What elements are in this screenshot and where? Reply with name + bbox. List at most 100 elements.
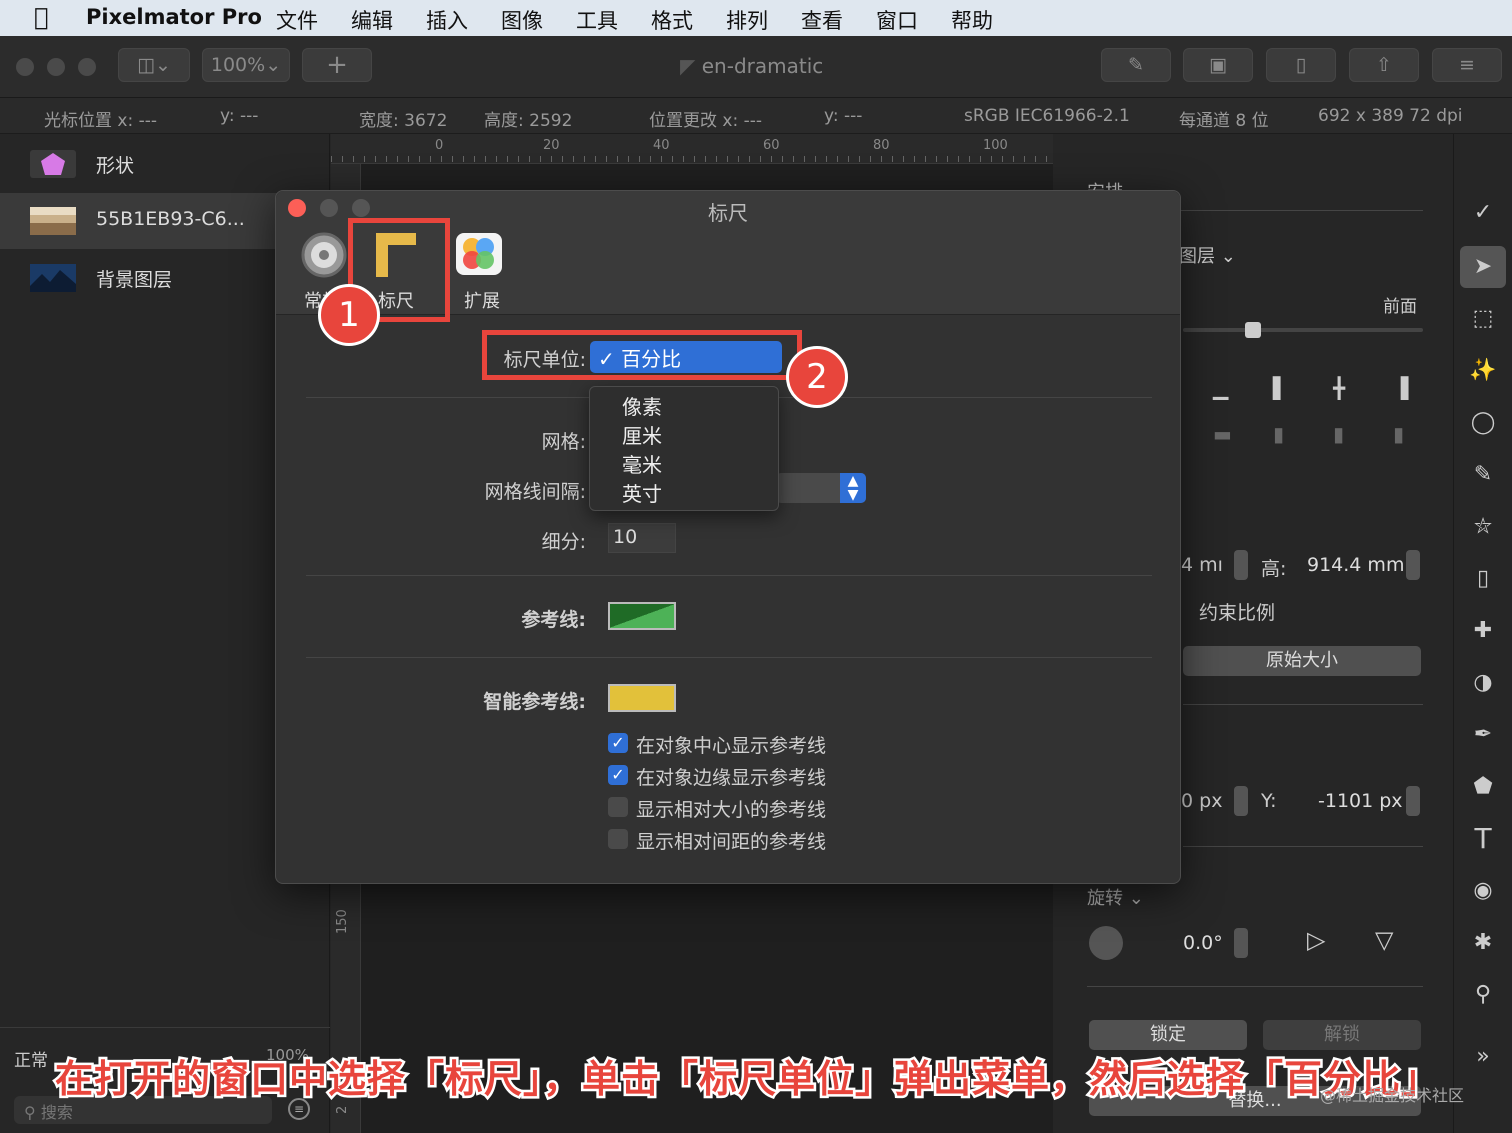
rotation-dial[interactable] bbox=[1089, 926, 1123, 960]
minimize-window-button[interactable] bbox=[47, 58, 65, 76]
arrange-tool-icon[interactable]: ➤ bbox=[1460, 246, 1506, 288]
height-label: 高: bbox=[1261, 558, 1287, 580]
x-value[interactable]: 0 px bbox=[1181, 790, 1222, 812]
width-stepper[interactable] bbox=[1234, 550, 1248, 580]
distribute-icon[interactable]: ▮ bbox=[1333, 422, 1357, 446]
background-thumbnail bbox=[30, 264, 76, 292]
align-bottom-icon[interactable]: ▁ bbox=[1213, 376, 1237, 400]
app-name-menu[interactable]: Pixelmator Pro bbox=[86, 5, 262, 29]
original-size-button[interactable]: 原始大小 bbox=[1183, 646, 1421, 676]
order-slider[interactable] bbox=[1183, 328, 1423, 332]
menu-item-tools[interactable]: 工具 bbox=[576, 5, 618, 35]
style-tool-icon[interactable]: ✓ bbox=[1460, 192, 1506, 234]
smart-guide-color-well[interactable] bbox=[608, 684, 676, 712]
menu-item-edit[interactable]: 编辑 bbox=[351, 5, 393, 35]
chevron-down-icon: ⌄ bbox=[265, 54, 282, 76]
position-change-x: 位置更改 x: --- bbox=[649, 111, 762, 131]
width-value[interactable]: 4 mı bbox=[1181, 554, 1223, 576]
divider bbox=[306, 575, 1152, 576]
relative-spacing-checkbox[interactable] bbox=[608, 829, 628, 849]
more-tools-icon[interactable]: » bbox=[1460, 1036, 1506, 1078]
layer-order-dropdown[interactable]: 图层 ⌄ bbox=[1179, 242, 1236, 268]
text-tool-icon[interactable]: T bbox=[1460, 818, 1506, 860]
ruler-label: 60 bbox=[763, 138, 780, 153]
guide-color-well[interactable] bbox=[608, 602, 676, 630]
y-value[interactable]: -1101 px bbox=[1318, 790, 1403, 812]
center-guides-label: 在对象中心显示参考线 bbox=[636, 735, 827, 757]
blend-mode-dropdown[interactable]: 正常 bbox=[14, 1046, 48, 1071]
tab-extensions[interactable]: 扩展 bbox=[448, 229, 518, 312]
zoom-window-button[interactable] bbox=[78, 58, 96, 76]
menu-item-format[interactable]: 格式 bbox=[651, 5, 693, 35]
effects-icon[interactable]: ✱ bbox=[1460, 922, 1506, 964]
flip-vertical-icon[interactable]: ▽ bbox=[1375, 926, 1393, 954]
distribute-icon[interactable]: ▮ bbox=[1273, 422, 1297, 446]
distribute-icon[interactable]: ▬ bbox=[1213, 422, 1237, 446]
image-width: 宽度: 3672 bbox=[359, 111, 448, 131]
relative-size-checkbox[interactable] bbox=[608, 797, 628, 817]
lock-button[interactable]: 锁定 bbox=[1089, 1020, 1247, 1050]
menu-item-file[interactable]: 文件 bbox=[276, 5, 318, 35]
order-slider-thumb[interactable] bbox=[1245, 322, 1261, 338]
height-value[interactable]: 914.4 mm bbox=[1307, 554, 1404, 576]
apple-icon[interactable]:  bbox=[34, 3, 48, 31]
x-stepper[interactable] bbox=[1234, 786, 1248, 816]
align-center-icon[interactable]: ╋ bbox=[1333, 376, 1357, 400]
stepper-icon[interactable]: ▲ ▼ bbox=[840, 473, 866, 503]
selection-tool-icon[interactable]: ⬚ bbox=[1460, 298, 1506, 340]
close-window-button[interactable] bbox=[16, 58, 34, 76]
clone-icon[interactable]: ◑ bbox=[1460, 662, 1506, 704]
center-guides-checkbox[interactable]: ✓ bbox=[608, 733, 628, 753]
eraser-icon[interactable]: ▯ bbox=[1460, 558, 1506, 600]
menu-item-insert[interactable]: 插入 bbox=[426, 5, 468, 35]
menu-option-centimeters[interactable]: 厘米 bbox=[622, 420, 662, 449]
rotate-section-title[interactable]: 旋转 ⌄ bbox=[1087, 884, 1144, 910]
y-stepper[interactable] bbox=[1406, 786, 1420, 816]
menu-option-inches[interactable]: 英寸 bbox=[622, 478, 662, 507]
align-left-icon[interactable]: ▌ bbox=[1273, 376, 1297, 400]
brush-icon[interactable]: ✎ bbox=[1460, 454, 1506, 496]
unlock-button[interactable]: 解锁 bbox=[1263, 1020, 1421, 1050]
markup-button[interactable]: ✎ bbox=[1101, 48, 1171, 82]
menu-option-millimeters[interactable]: 毫米 bbox=[622, 449, 662, 478]
height-stepper[interactable] bbox=[1406, 550, 1420, 580]
document-button[interactable]: ▯ bbox=[1266, 48, 1336, 82]
add-label: + bbox=[326, 50, 348, 80]
layer-item-shape[interactable]: 形状 bbox=[0, 136, 330, 192]
edge-guides-label: 在对象边缘显示参考线 bbox=[636, 767, 827, 789]
edge-guides-checkbox[interactable]: ✓ bbox=[608, 765, 628, 785]
zoom-tool-icon[interactable]: ⚲ bbox=[1460, 974, 1506, 1016]
menu-item-arrange[interactable]: 排列 bbox=[726, 5, 768, 35]
menu-option-pixels[interactable]: 像素 bbox=[622, 391, 662, 420]
flip-horizontal-icon[interactable]: ▷ bbox=[1307, 926, 1325, 954]
rotation-stepper[interactable] bbox=[1234, 928, 1248, 958]
rotation-value[interactable]: 0.0° bbox=[1183, 932, 1223, 954]
constrain-proportions-checkbox[interactable]: 约束比例 bbox=[1199, 598, 1275, 625]
subdivisions-label: 细分: bbox=[541, 531, 586, 553]
subdivisions-input[interactable]: 10 bbox=[608, 523, 676, 553]
menu-item-image[interactable]: 图像 bbox=[501, 5, 543, 35]
zoom-dropdown[interactable]: 100%⌄ bbox=[202, 48, 290, 82]
position-change-y: y: --- bbox=[824, 106, 863, 126]
crop-button[interactable]: ▣ bbox=[1183, 48, 1253, 82]
sidebar-toggle-button[interactable]: ◫⌄ bbox=[118, 48, 190, 82]
image-thumbnail bbox=[30, 207, 76, 235]
color-adjust-icon[interactable]: ◉ bbox=[1460, 870, 1506, 912]
grid-spacing-field[interactable]: ▲ ▼ bbox=[776, 473, 866, 503]
shape-tool-icon[interactable]: ⬟ bbox=[1460, 766, 1506, 808]
distribute-icon[interactable]: ▮ bbox=[1393, 422, 1417, 446]
align-right-icon[interactable]: ▐ bbox=[1393, 376, 1417, 400]
menu-item-help[interactable]: 帮助 bbox=[951, 5, 993, 35]
ruler-label: 150 bbox=[335, 909, 350, 934]
adjust-button[interactable]: ≡ bbox=[1432, 48, 1502, 82]
menu-item-window[interactable]: 窗口 bbox=[876, 5, 918, 35]
fill-bucket-icon[interactable]: ⛦ bbox=[1460, 506, 1506, 548]
quick-select-icon[interactable]: ✨ bbox=[1460, 350, 1506, 392]
share-button[interactable]: ⇧ bbox=[1349, 48, 1419, 82]
menu-item-view[interactable]: 查看 bbox=[801, 5, 843, 35]
ruler-unit-menu: 像素 厘米 毫米 英寸 bbox=[589, 386, 779, 511]
add-button[interactable]: + bbox=[302, 48, 372, 82]
color-picker-icon[interactable]: ◯ bbox=[1460, 402, 1506, 444]
pen-tool-icon[interactable]: ✒ bbox=[1460, 714, 1506, 756]
repair-icon[interactable]: ✚ bbox=[1460, 610, 1506, 652]
